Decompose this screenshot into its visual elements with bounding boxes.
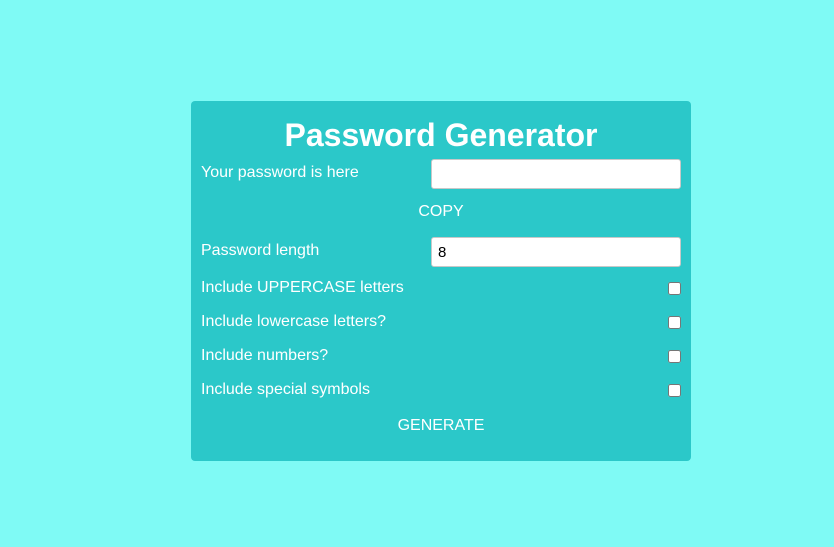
lowercase-option-label: Include lowercase letters? — [201, 313, 386, 330]
uppercase-option-label: Include UPPERCASE letters — [201, 279, 404, 296]
password-length-label: Password length — [201, 242, 320, 259]
password-generator-card: Password Generator Your password is here… — [191, 101, 691, 461]
copy-button[interactable]: COPY — [191, 202, 691, 222]
symbols-option-label: Include special symbols — [201, 381, 370, 398]
lowercase-checkbox[interactable] — [668, 316, 681, 329]
symbols-checkbox[interactable] — [668, 384, 681, 397]
password-length-field[interactable] — [431, 237, 681, 267]
password-output-field[interactable] — [431, 159, 681, 189]
numbers-checkbox[interactable] — [668, 350, 681, 363]
numbers-option-label: Include numbers? — [201, 347, 329, 364]
uppercase-checkbox[interactable] — [668, 282, 681, 295]
generate-button[interactable]: GENERATE — [191, 416, 691, 436]
page-title: Password Generator — [284, 117, 598, 153]
password-output-label: Your password is here — [201, 164, 359, 181]
